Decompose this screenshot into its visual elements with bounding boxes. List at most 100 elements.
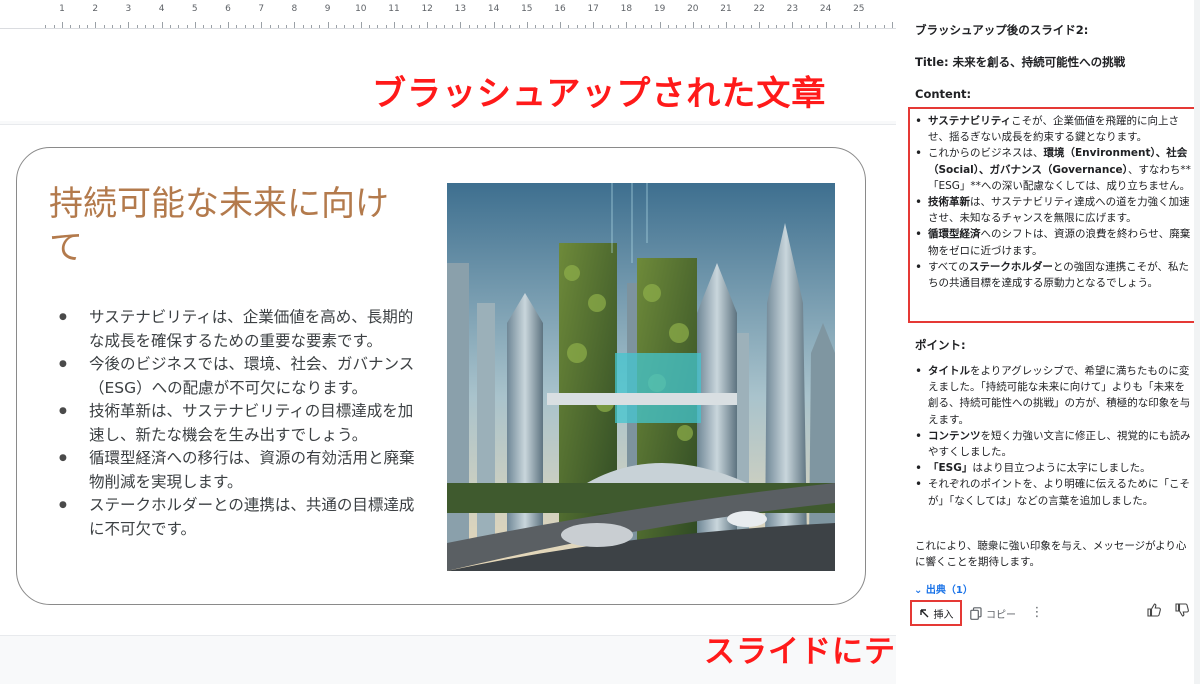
ruler-tick bbox=[842, 25, 844, 28]
ruler-number: 14 bbox=[487, 4, 500, 14]
ruler-number: 21 bbox=[720, 4, 732, 14]
slide-editor: 1 2 3 4 5 6 7 8 9 10 11 12 13 14 15 16 17 18 19 20 21 22 23 24 2… bbox=[0, 0, 1086, 684]
ruler-tick bbox=[410, 25, 412, 28]
ruler-tick bbox=[394, 22, 395, 28]
ruler-tick bbox=[277, 25, 279, 28]
sustainable-city-image[interactable] bbox=[447, 183, 835, 571]
ruler-tick bbox=[784, 25, 786, 28]
slide-canvas: 持続可能な未来に向けて サステナビリティは、企業価値を高め、長期的な成長を確保す… bbox=[0, 124, 896, 636]
content-item: これからのビジネスは、環境（Environment）、社会（Social）、ガバ… bbox=[912, 145, 1194, 194]
response-toolbar: 挿入 コピー ⋮ bbox=[896, 598, 1200, 628]
copy-label: コピー bbox=[986, 609, 1016, 621]
ruler-tick bbox=[618, 25, 620, 28]
ruler-tick bbox=[510, 25, 512, 28]
ruler-tick bbox=[286, 25, 288, 28]
ruler-tick bbox=[526, 22, 528, 28]
ruler-tick bbox=[236, 25, 238, 28]
ruler-tick bbox=[128, 22, 130, 28]
ruler-tick bbox=[792, 22, 794, 28]
horizontal-ruler: 1 2 3 4 5 6 7 8 9 10 11 12 13 14 15 16 17 18 19 20 21 22 23 24 2… bbox=[0, 0, 896, 29]
sources-label: 出典（1） bbox=[925, 585, 973, 596]
more-options-icon[interactable]: ⋮ bbox=[1030, 602, 1044, 624]
response-summary: これにより、聴衆に強い印象を与え、メッセージがより心に響くことを期待します。 bbox=[915, 540, 1187, 569]
ruler-tick bbox=[136, 25, 138, 28]
ruler-tick bbox=[809, 25, 810, 28]
point-item-bold: コンテンツ bbox=[928, 429, 981, 442]
point-item-text: はより目立つように太字にしました。 bbox=[972, 462, 1151, 475]
content-item-pre: これからのビジネスは、 bbox=[928, 147, 1044, 160]
copy-icon bbox=[970, 606, 982, 620]
ruler-tick bbox=[800, 25, 802, 28]
ruler-number: 24 bbox=[819, 4, 832, 14]
annotation-brushed-up-text: ブラッシュアップされた文章 bbox=[372, 74, 827, 114]
content-item-bold: サステナビリティ bbox=[928, 115, 1012, 127]
ruler-number: 1 bbox=[59, 4, 65, 14]
ruler-tick bbox=[70, 25, 72, 28]
ruler-tick bbox=[261, 22, 263, 28]
ruler-tick bbox=[667, 25, 669, 28]
ruler-tick bbox=[452, 25, 454, 28]
ruler-tick bbox=[867, 25, 869, 28]
ruler-number: 8 bbox=[291, 4, 298, 14]
ruler-tick bbox=[228, 22, 229, 28]
insert-button[interactable]: 挿入 bbox=[910, 600, 962, 626]
ruler-tick bbox=[883, 25, 885, 28]
ruler-number: 18 bbox=[620, 4, 633, 14]
slide-bullet: ステークホルダーとの連携は、共通の目標達成に不可欠です。 bbox=[57, 494, 427, 541]
ruler-tick bbox=[344, 25, 346, 28]
ruler-tick bbox=[418, 25, 420, 28]
copy-button[interactable]: コピー bbox=[970, 602, 1016, 624]
ruler-tick bbox=[352, 25, 354, 28]
thumbs-down-icon[interactable] bbox=[1174, 602, 1190, 618]
ruler-tick bbox=[311, 25, 312, 28]
content-list: サステナビリティこそが、企業価値を飛躍的に向上させ、揺るぎない成長を約束する鍵と… bbox=[912, 113, 1194, 291]
ruler-tick bbox=[327, 22, 329, 28]
slide-title[interactable]: 持続可能な未来に向けて bbox=[49, 182, 409, 270]
ruler-tick bbox=[576, 25, 578, 28]
thumbs-up-icon[interactable] bbox=[1146, 602, 1162, 618]
ruler-tick bbox=[543, 25, 545, 28]
ruler-tick bbox=[551, 25, 553, 28]
ruler-tick bbox=[335, 25, 337, 28]
ruler-number: 9 bbox=[324, 4, 331, 14]
ruler-tick bbox=[701, 25, 703, 28]
ruler-tick bbox=[568, 25, 570, 28]
ruler-tick bbox=[161, 22, 163, 28]
ruler-tick bbox=[518, 25, 520, 28]
point-item-bold: タイトル bbox=[928, 365, 970, 377]
ruler-tick bbox=[858, 22, 860, 28]
ruler-tick bbox=[717, 25, 719, 28]
points-label: ポイント: bbox=[915, 338, 966, 352]
ruler-number: 2 bbox=[92, 4, 99, 14]
ruler-number: 5 bbox=[191, 4, 198, 14]
slide-bullet-list[interactable]: サステナビリティは、企業価値を高め、長期的な成長を確保するための重要な要素です。… bbox=[57, 306, 427, 541]
ruler-tick bbox=[402, 25, 404, 28]
ruler-number: 6 bbox=[225, 4, 231, 14]
ruler-number: 22 bbox=[753, 4, 765, 14]
ruler-tick bbox=[501, 25, 503, 28]
ruler-tick bbox=[485, 25, 487, 28]
ruler-tick bbox=[825, 22, 827, 28]
ruler-tick bbox=[775, 25, 777, 28]
ruler-tick bbox=[734, 25, 736, 28]
panel-scrollbar[interactable] bbox=[1194, 0, 1200, 684]
ruler-tick bbox=[319, 25, 321, 28]
ruler-tick bbox=[435, 25, 437, 28]
ruler-number: 16 bbox=[554, 4, 566, 14]
slide[interactable]: 持続可能な未来に向けて サステナビリティは、企業価値を高め、長期的な成長を確保す… bbox=[16, 147, 866, 605]
ruler-tick bbox=[269, 25, 271, 28]
ruler-tick bbox=[477, 25, 478, 28]
ruler-number: 20 bbox=[687, 4, 699, 14]
chevron-down-icon: ⌄ bbox=[914, 585, 923, 596]
ruler-tick bbox=[460, 22, 462, 28]
sources-toggle[interactable]: ⌄ 出典（1） bbox=[914, 581, 973, 596]
ruler-tick bbox=[385, 25, 387, 28]
ruler-number: 25 bbox=[853, 4, 865, 14]
ruler-tick bbox=[62, 22, 63, 28]
ruler-tick bbox=[427, 22, 429, 28]
content-item: すべてのステークホルダーとの強固な連携こそが、私たちの共通目標を達成する原動力と… bbox=[912, 259, 1194, 291]
ruler-number: 11 bbox=[388, 4, 400, 14]
content-item-bold: 循環型経済 bbox=[928, 228, 981, 241]
ruler-tick bbox=[95, 22, 97, 28]
slide-bullet: 今後のビジネスでは、環境、社会、ガバナンス（ESG）への配慮が不可欠になります。 bbox=[57, 353, 427, 400]
